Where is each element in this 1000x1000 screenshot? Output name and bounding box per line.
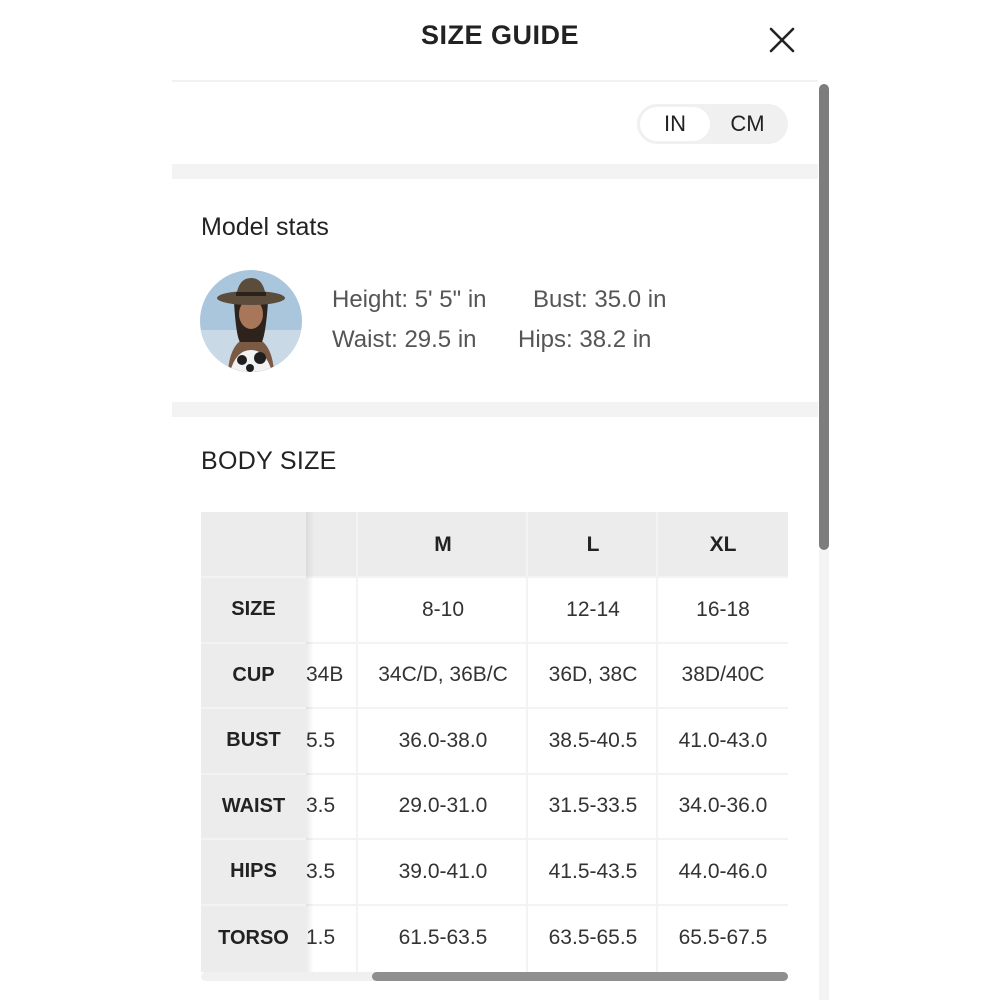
table-cell: 8-10	[421, 597, 465, 621]
table-cell: 63.5-65.5	[548, 926, 638, 950]
table-cell: 16-18	[696, 597, 750, 621]
row-label-bust: BUST	[201, 708, 306, 774]
size-table[interactable]: M L XL SIZE 8-10 12-14 16-18 CUP 34B 34C…	[201, 512, 788, 972]
table-cell: 34C/D, 36B/C	[378, 663, 508, 687]
column-header-xl: XL	[658, 512, 788, 577]
model-avatar	[200, 270, 302, 372]
close-button[interactable]	[764, 22, 800, 58]
table-cell: 29.0-31.0	[398, 794, 488, 818]
grid-line	[201, 772, 788, 775]
unit-option-in[interactable]: IN	[640, 107, 710, 141]
row-label-hips: HIPS	[201, 839, 306, 905]
row-label-size: SIZE	[201, 577, 306, 643]
row-label-cup: CUP	[201, 642, 306, 708]
grid-line	[201, 576, 788, 578]
table-cell: 65.5-67.5	[678, 926, 768, 950]
table-cell: 41.5-43.5	[548, 859, 638, 883]
table-cell: 31.5-33.5	[548, 794, 638, 818]
table-cell: 38D/40C	[681, 663, 765, 687]
table-cell: 38.5-40.5	[548, 728, 638, 752]
table-cell: 61.5-63.5	[398, 926, 488, 950]
section-divider	[172, 164, 818, 179]
row-label-waist: WAIST	[201, 773, 306, 839]
table-cell: 12-14	[566, 597, 620, 621]
column-header-l: L	[528, 512, 658, 577]
unit-toggle[interactable]: IN CM	[637, 104, 788, 144]
table-cell: 36D, 38C	[548, 663, 638, 687]
body-size-title: BODY SIZE	[201, 447, 337, 475]
close-icon	[769, 27, 795, 53]
table-cell: 34.0-36.0	[678, 794, 768, 818]
vertical-scrollbar-track[interactable]	[819, 550, 829, 1000]
grid-line	[201, 838, 788, 840]
model-stats-title: Model stats	[201, 213, 329, 241]
grid-line	[201, 707, 788, 709]
page-title: SIZE GUIDE	[420, 20, 580, 50]
section-divider	[172, 402, 818, 417]
row-label-torso: TORSO	[201, 904, 306, 972]
horizontal-scrollbar-thumb[interactable]	[372, 972, 788, 981]
table-cell: 36.0-38.0	[398, 728, 488, 752]
table-cell: 41.0-43.0	[678, 728, 768, 752]
frozen-column-shadow	[306, 512, 314, 972]
grid-line	[201, 641, 788, 644]
model-waist: Waist: 29.5 in	[332, 326, 477, 353]
model-hips: Hips: 38.2 in	[518, 326, 652, 353]
table-corner	[201, 512, 306, 577]
grid-line	[201, 903, 788, 906]
column-header-m: M	[358, 512, 528, 577]
model-bust: Bust: 35.0 in	[533, 286, 667, 313]
header-divider	[172, 80, 818, 82]
model-height: Height: 5' 5" in	[332, 286, 487, 313]
vertical-scrollbar-thumb[interactable]	[819, 84, 829, 550]
unit-option-cm[interactable]: CM	[710, 107, 785, 141]
table-cell: 44.0-46.0	[678, 859, 768, 883]
table-cell: 39.0-41.0	[398, 859, 488, 883]
